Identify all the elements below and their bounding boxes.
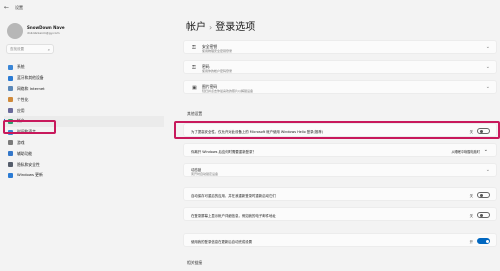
app-title: 设置 — [15, 5, 23, 10]
breadcrumb-parent[interactable]: 帐户 — [186, 22, 206, 33]
breadcrumb-separator: › — [209, 23, 213, 32]
hello-only-text: 为了提高安全性，仅允许对此设备上的 Microsoft 帐户使用 Windows… — [191, 130, 323, 134]
toggle-state: 开 — [469, 240, 473, 244]
toggle-state: 关 — [469, 130, 473, 134]
dynamic-lock-row[interactable]: 动态锁 离开时自动锁定设备 ⌄ — [183, 163, 497, 177]
restart-finish-setup-toggle[interactable] — [477, 238, 490, 244]
chevron-down-icon: ⌄ — [485, 167, 490, 173]
toggle-state: 关 — [469, 194, 473, 198]
sidebar-item-system[interactable]: 系统 — [4, 62, 164, 73]
sidebar-item-update[interactable]: Windows 更新 — [4, 170, 164, 181]
back-arrow-icon[interactable]: ← — [4, 4, 9, 11]
sidebar-item-label: 蓝牙和其他设备 — [17, 75, 44, 81]
user-name: SnowDown Nave — [27, 25, 65, 30]
sidebar-item-label: 应用 — [17, 107, 25, 113]
toggle-state: 关 — [469, 214, 473, 218]
accessibility-icon — [8, 151, 13, 157]
network-icon — [8, 86, 13, 92]
picture-icon: ▣ — [192, 85, 197, 91]
sidebar-item-label: 帐户 — [17, 118, 25, 124]
dynamic-lock-subtitle: 离开时自动锁定设备 — [191, 172, 219, 176]
password-card[interactable]: ⚿ 密码 使用你的帐户密码登录 ⌄ — [183, 60, 497, 74]
card-subtitle: 使用物理安全密钥登录 — [202, 49, 233, 53]
key-icon: ⚿ — [192, 45, 196, 51]
sidebar-item-gaming[interactable]: 游戏 — [4, 138, 164, 149]
personalization-icon — [8, 97, 13, 103]
sidebar-item-label: 隐私和安全性 — [17, 161, 40, 167]
restart-apps-toggle[interactable] — [477, 192, 490, 198]
nav-list: 系统蓝牙和其他设备 网络和 Internet 个性化应用帐户时间和语言游戏辅助功能隐… — [4, 62, 164, 181]
sidebar-item-network[interactable]: 网络和 Internet — [4, 84, 164, 95]
sidebar: SnowDown Nave dnbnbnlanm@gy.com 查找设置 ⌕ 系… — [0, 18, 172, 271]
sidebar-item-bluetooth[interactable]: 蓝牙和其他设备 — [4, 73, 164, 84]
sidebar-item-label: 游戏 — [17, 139, 25, 145]
other-settings-heading: 其他设置 — [187, 111, 203, 116]
sidebar-item-time-language[interactable]: 时间和语言 — [4, 127, 164, 138]
sidebar-item-label: 系统 — [17, 64, 25, 70]
system-icon — [8, 64, 13, 70]
avatar[interactable] — [7, 23, 23, 39]
restart-apps-row: 自动保存可重启的应用，并在我重新登录时重新启动它们 关 — [183, 187, 497, 201]
password-icon: ⚿ — [192, 65, 196, 71]
sidebar-item-label: 网络和 Internet — [17, 85, 45, 91]
away-signin-dropdown[interactable]: 从睡眠中唤醒电脑时 — [451, 149, 480, 154]
card-subtitle: 使用你的帐户密码登录 — [202, 69, 233, 73]
security-key-card[interactable]: ⚿ 安全密钥 使用物理安全密钥登录 ⌄ — [183, 40, 497, 54]
restart-finish-setup-row: 使用我的登录信息在更新后自动完成设置 开 — [183, 233, 497, 247]
picture-password-card[interactable]: ▣ 图片密码 轻扫并点击你最喜欢的照片以解锁设备 ⌄ — [183, 80, 497, 94]
gaming-icon — [8, 140, 13, 146]
sidebar-item-personalization[interactable]: 个性化 — [4, 94, 164, 105]
search-input[interactable]: 查找设置 ⌕ — [6, 44, 54, 54]
restart-apps-text: 自动保存可重启的应用，并在我重新登录时重新启动它们 — [191, 194, 276, 198]
sidebar-item-label: Windows 更新 — [17, 172, 43, 178]
sidebar-item-label: 个性化 — [17, 96, 29, 102]
restart-finish-setup-text: 使用我的登录信息在更新后自动完成设置 — [191, 240, 253, 244]
chevron-down-icon: ⌄ — [485, 84, 490, 90]
sidebar-item-label: 辅助功能 — [17, 150, 33, 156]
lock-screen-details-toggle[interactable] — [477, 212, 490, 218]
chevron-down-icon: ⌄ — [485, 44, 490, 50]
sidebar-item-accessibility[interactable]: 辅助功能 — [4, 148, 164, 159]
privacy-icon — [8, 162, 13, 168]
lock-screen-details-text: 在登录屏幕上显示帐户详细信息，例如我的电子邮件地址 — [191, 214, 276, 218]
accounts-icon — [8, 118, 13, 124]
hello-only-row: 为了提高安全性，仅允许对此设备上的 Microsoft 帐户使用 Windows… — [183, 123, 497, 137]
sidebar-item-accounts[interactable]: 帐户 — [4, 115, 164, 127]
apps-icon — [8, 108, 13, 114]
breadcrumb-current: 登录选项 — [215, 22, 256, 33]
search-icon[interactable]: ⌕ — [48, 47, 50, 52]
main-panel: 帐户 › 登录选项 ⚿ 安全密钥 使用物理安全密钥登录 ⌄ ⚿ 密码 使用你的帐户密… — [172, 0, 500, 271]
sidebar-item-label: 时间和语言 — [17, 129, 36, 135]
sidebar-item-apps[interactable]: 应用 — [4, 105, 164, 116]
page-title: 帐户 › 登录选项 — [186, 18, 255, 33]
hello-only-toggle[interactable] — [477, 128, 490, 134]
sidebar-item-privacy[interactable]: 隐私和安全性 — [4, 159, 164, 170]
user-email: dnbnbnlanm@gy.com — [27, 31, 60, 35]
chevron-down-icon: ⌄ — [485, 64, 490, 70]
bluetooth-icon — [8, 75, 13, 81]
search-placeholder: 查找设置 — [10, 47, 24, 51]
update-icon — [8, 172, 13, 178]
time-language-icon — [8, 129, 13, 135]
away-signin-row: 你离开 Windows 后应何时需要重新登录？ 从睡眠中唤醒电脑时 ⌄ — [183, 143, 497, 157]
away-signin-text: 你离开 Windows 后应何时需要重新登录？ — [191, 150, 256, 154]
card-subtitle: 轻扫并点击你最喜欢的照片以解锁设备 — [202, 89, 254, 93]
lock-screen-details-row: 在登录屏幕上显示帐户详细信息，例如我的电子邮件地址 关 — [183, 207, 497, 221]
chevron-down-icon[interactable]: ⌄ — [484, 147, 488, 153]
related-links-heading: 相关链接 — [187, 260, 203, 265]
